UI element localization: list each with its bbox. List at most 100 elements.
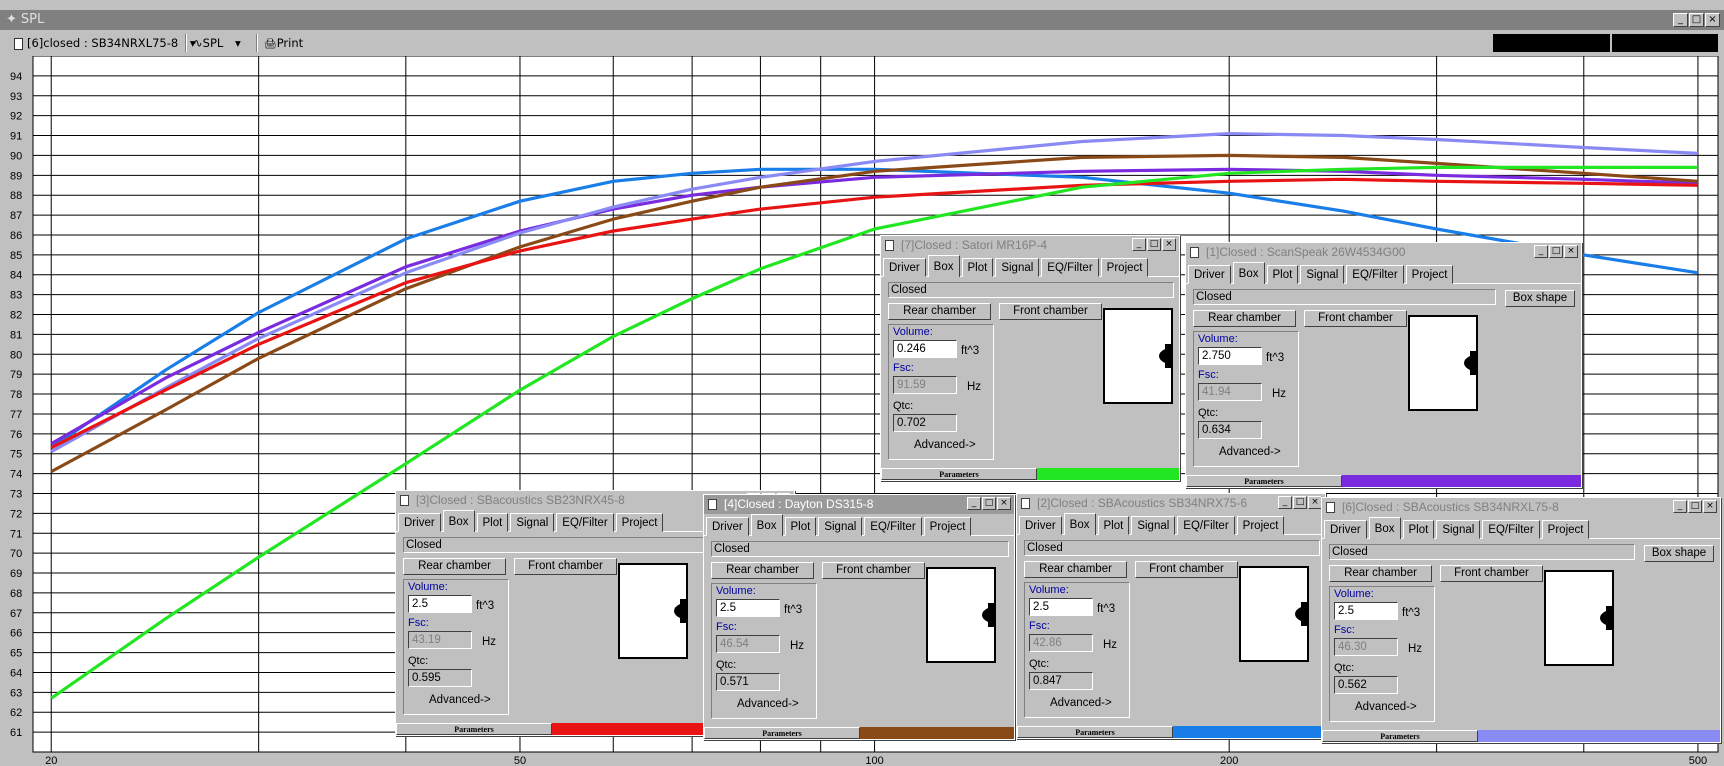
y-tick-label: 81: [10, 329, 22, 341]
box-panel[interactable]: [6]Closed : SBAcoustics SB34NRXL75-8 _ □ × D…: [1321, 497, 1721, 743]
tab-signal[interactable]: Signal: [1436, 520, 1481, 539]
front-chamber-button[interactable]: Front chamber: [1304, 310, 1407, 327]
qtc-field: 0.847: [1029, 672, 1093, 690]
parameters-label: Parameters: [1322, 730, 1478, 742]
close-button[interactable]: ×: [1705, 13, 1720, 27]
volume-input[interactable]: 2.5: [1334, 602, 1398, 620]
minimize-button[interactable]: _: [1132, 238, 1146, 251]
minimize-button[interactable]: _: [967, 497, 981, 510]
tab-box[interactable]: Box: [442, 510, 475, 532]
tab-plot[interactable]: Plot: [784, 517, 817, 536]
minimize-button[interactable]: _: [1278, 496, 1292, 509]
tab-plot[interactable]: Plot: [1402, 520, 1435, 539]
minimize-button[interactable]: _: [1534, 245, 1548, 258]
tab-driver[interactable]: Driver: [883, 258, 926, 277]
close-button[interactable]: ×: [1308, 496, 1322, 509]
tab-project[interactable]: Project: [1236, 516, 1285, 535]
print-button[interactable]: 🖨Print: [264, 34, 303, 52]
close-button[interactable]: ×: [1703, 500, 1717, 513]
tab-eq-filter[interactable]: EQ/Filter: [1177, 516, 1235, 535]
plot-type-select[interactable]: ∿SPL ▾: [193, 34, 241, 52]
tab-box[interactable]: Box: [1232, 262, 1265, 284]
tab-driver[interactable]: Driver: [398, 513, 441, 532]
maximize-button[interactable]: □: [1147, 238, 1161, 251]
tab-project[interactable]: Project: [1541, 520, 1590, 539]
box-panel[interactable]: [7]Closed : Satori MR16P-4 _ □ × Driver Box Pl…: [880, 235, 1180, 481]
tab-signal[interactable]: Signal: [510, 513, 555, 532]
advanced-link[interactable]: Advanced->: [737, 698, 799, 710]
box-panel-titlebar[interactable]: [1]Closed : ScanSpeak 26W4534G00 _ □ ×: [1186, 243, 1581, 262]
tab-project[interactable]: Project: [1405, 265, 1454, 284]
maximize-button[interactable]: □: [1293, 496, 1307, 509]
tab-driver[interactable]: Driver: [1324, 520, 1367, 539]
rear-chamber-button[interactable]: Rear chamber: [1024, 561, 1127, 578]
tab-box[interactable]: Box: [927, 255, 960, 277]
tab-box[interactable]: Box: [1368, 517, 1401, 539]
tab-driver[interactable]: Driver: [706, 517, 749, 536]
spl-window-titlebar[interactable]: ✦ SPL _ □ ×: [0, 10, 1724, 30]
close-button[interactable]: ×: [997, 497, 1011, 510]
advanced-link[interactable]: Advanced->: [429, 694, 491, 706]
front-chamber-button[interactable]: Front chamber: [999, 303, 1102, 320]
tab-eq-filter[interactable]: EQ/Filter: [1041, 258, 1099, 277]
tab-plot[interactable]: Plot: [961, 258, 994, 277]
minimize-button[interactable]: _: [1673, 13, 1688, 27]
maximize-button[interactable]: □: [1688, 500, 1702, 513]
front-chamber-button[interactable]: Front chamber: [1135, 561, 1238, 578]
tab-project[interactable]: Project: [1100, 258, 1149, 277]
maximize-button[interactable]: □: [982, 497, 996, 510]
box-panel-titlebar[interactable]: [4]Closed : Dayton DS315-8 _ □ ×: [704, 495, 1014, 514]
volume-input[interactable]: 2.5: [408, 595, 472, 613]
tab-signal[interactable]: Signal: [995, 258, 1040, 277]
rear-chamber-button[interactable]: Rear chamber: [403, 558, 506, 575]
tab-project[interactable]: Project: [923, 517, 972, 536]
tab-eq-filter[interactable]: EQ/Filter: [1346, 265, 1404, 284]
volume-input[interactable]: 2.5: [716, 599, 780, 617]
close-button[interactable]: ×: [1162, 238, 1176, 251]
advanced-link[interactable]: Advanced->: [1219, 446, 1281, 458]
tab-driver[interactable]: Driver: [1188, 265, 1231, 284]
rear-chamber-button[interactable]: Rear chamber: [1329, 565, 1432, 582]
box-panel-titlebar[interactable]: [7]Closed : Satori MR16P-4 _ □ ×: [881, 236, 1179, 255]
volume-input[interactable]: 2.750: [1198, 347, 1262, 365]
box-panel-titlebar[interactable]: [6]Closed : SBAcoustics SB34NRXL75-8 _ □ ×: [1322, 498, 1720, 517]
maximize-button[interactable]: □: [1689, 13, 1704, 27]
volume-input[interactable]: 0.246: [893, 340, 957, 358]
box-panel[interactable]: [4]Closed : Dayton DS315-8 _ □ × Driver Box Pl…: [703, 494, 1015, 740]
box-shape-button[interactable]: Box shape: [1644, 545, 1714, 562]
close-button[interactable]: ×: [1564, 245, 1578, 258]
maximize-button[interactable]: □: [1549, 245, 1563, 258]
volume-input[interactable]: 2.5: [1029, 598, 1093, 616]
tab-signal[interactable]: Signal: [818, 517, 863, 536]
advanced-link[interactable]: Advanced->: [914, 439, 976, 451]
tab-eq-filter[interactable]: EQ/Filter: [864, 517, 922, 536]
tab-signal[interactable]: Signal: [1131, 516, 1176, 535]
tab-box[interactable]: Box: [750, 514, 783, 536]
box-panel[interactable]: [2]Closed : SBAcoustics SB34NRX75-6 _ □ × Dr…: [1016, 493, 1326, 739]
rear-chamber-button[interactable]: Rear chamber: [888, 303, 991, 320]
front-chamber-button[interactable]: Front chamber: [514, 558, 617, 575]
advanced-link[interactable]: Advanced->: [1050, 697, 1112, 709]
rear-chamber-button[interactable]: Rear chamber: [1193, 310, 1296, 327]
tab-eq-filter[interactable]: EQ/Filter: [1482, 520, 1540, 539]
tab-box[interactable]: Box: [1063, 513, 1096, 535]
tab-plot[interactable]: Plot: [1266, 265, 1299, 284]
y-tick-label: 64: [10, 667, 22, 679]
front-chamber-button[interactable]: Front chamber: [822, 562, 925, 579]
qtc-field: 0.571: [716, 673, 780, 691]
rear-chamber-button[interactable]: Rear chamber: [711, 562, 814, 579]
tab-plot[interactable]: Plot: [476, 513, 509, 532]
tab-project[interactable]: Project: [615, 513, 664, 532]
tab-eq-filter[interactable]: EQ/Filter: [556, 513, 614, 532]
project-select[interactable]: [6]closed : SB34NRXL75-8 ▾: [14, 34, 196, 52]
box-panel[interactable]: [1]Closed : ScanSpeak 26W4534G00 _ □ × Drive…: [1185, 242, 1582, 488]
tab-signal[interactable]: Signal: [1300, 265, 1345, 284]
panel-statusbar: Parameters: [1186, 475, 1581, 487]
minimize-button[interactable]: _: [1673, 500, 1687, 513]
box-panel-titlebar[interactable]: [2]Closed : SBAcoustics SB34NRX75-6 _ □ ×: [1017, 494, 1325, 513]
front-chamber-button[interactable]: Front chamber: [1440, 565, 1543, 582]
advanced-link[interactable]: Advanced->: [1355, 701, 1417, 713]
tab-driver[interactable]: Driver: [1019, 516, 1062, 535]
tab-plot[interactable]: Plot: [1097, 516, 1130, 535]
box-shape-button[interactable]: Box shape: [1505, 290, 1575, 307]
